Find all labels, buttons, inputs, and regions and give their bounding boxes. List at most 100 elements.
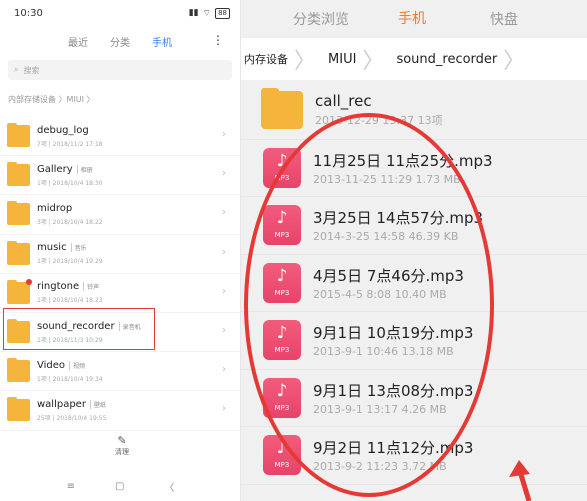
folder-name: Video xyxy=(37,359,66,371)
audio-file-row[interactable]: ♪ MP3 9月2日 11点12分.mp3 2013-9-2 11:23 3.72 M… xyxy=(241,427,587,485)
search-icon: ⌕ xyxy=(14,65,19,74)
file-name: 11月25日 11点25分.mp3 xyxy=(313,151,493,170)
folder-row[interactable]: music 音乐 1项 | 2018/10/4 19:29 › xyxy=(0,235,240,274)
folder-list: debug_log 7项 | 2018/11/2 17:18 › Gallery 相册 1… xyxy=(0,117,240,431)
breadcrumb-item[interactable]: 内存设备〉 xyxy=(241,38,322,80)
folder-tag: 壁纸 xyxy=(89,399,106,409)
folder-meta: 1项 | 2018/10/4 18:30 xyxy=(37,179,103,187)
folder-tag: 音乐 xyxy=(70,243,87,253)
folder-name: Gallery xyxy=(37,163,73,175)
file-name: 9月1日 13点08分.mp3 xyxy=(313,381,474,400)
signal-icon: ▮▮ xyxy=(188,8,199,18)
breadcrumb-item[interactable]: MIUI 〉 xyxy=(322,38,390,80)
breadcrumb-item[interactable]: sound_recorder 〉 xyxy=(390,38,531,80)
folder-icon xyxy=(7,123,30,148)
folder-row[interactable]: wallpaper 壁纸 25项 | 2018/10/4 19:55 › xyxy=(0,391,240,431)
mp3-file-icon: ♪ MP3 xyxy=(263,320,301,361)
file-name: 9月1日 10点19分.mp3 xyxy=(313,324,474,343)
file-meta: 2014-3-25 14:58 46.39 KB xyxy=(313,230,459,244)
mp3-file-icon: ♪ MP3 xyxy=(263,147,301,188)
folder-name: wallpaper xyxy=(37,398,86,410)
folder-row[interactable]: midrop 3项 | 2018/10/4 18:22 › xyxy=(0,195,240,235)
clean-button[interactable]: ✎ 清理 xyxy=(105,434,139,457)
chevron-right-icon: › xyxy=(222,285,226,297)
menu-nav-icon[interactable]: ≡ xyxy=(67,481,75,492)
tab-category-browse[interactable]: 分类浏览 xyxy=(293,9,349,29)
status-bar: 10:30 ▮▮ ⌔ 88 xyxy=(0,0,240,26)
clean-label: 清理 xyxy=(115,448,129,456)
status-time: 10:30 xyxy=(14,7,43,19)
file-name: 9月2日 11点12分.mp3 xyxy=(313,439,474,458)
folder-name: ringtone xyxy=(37,281,80,293)
file-name: call_rec xyxy=(315,92,372,111)
folder-meta: 1项 | 2018/10/4 19:29 xyxy=(37,258,103,266)
mp3-file-icon: ♪ MP3 xyxy=(263,262,301,303)
folder-tag: 相册 xyxy=(76,164,93,174)
folder-icon xyxy=(7,397,30,422)
audio-file-row[interactable]: ♪ MP3 9月1日 13点08分.mp3 2013-9-1 13:17 4.26 M… xyxy=(241,369,587,427)
folder-row[interactable]: call_rec 2013-12-29 13:37 13项 xyxy=(241,82,587,140)
folder-meta: 1项 | 2018/10/4 19:34 xyxy=(37,375,103,383)
tab-phone[interactable]: 手机 xyxy=(152,34,172,49)
tab-recent[interactable]: 最近 xyxy=(68,34,88,49)
folder-icon xyxy=(7,162,30,187)
more-menu-icon[interactable]: ⋮ xyxy=(212,33,224,47)
wifi-icon: ⌔ xyxy=(202,8,212,19)
folder-meta: 25项 | 2018/10/4 19:55 xyxy=(37,414,107,422)
search-placeholder: 搜索 xyxy=(23,65,40,75)
battery-icon: 88 xyxy=(215,7,230,19)
tab-phone[interactable]: 手机 xyxy=(398,8,426,28)
file-list: call_rec 2013-12-29 13:37 13项 ♪ MP3 11月25日 1… xyxy=(241,82,587,485)
mp3-file-icon: ♪ MP3 xyxy=(263,205,301,246)
folder-row[interactable]: Gallery 相册 1项 | 2018/10/4 18:30 › xyxy=(0,156,240,196)
folder-meta: 7项 | 2018/11/2 17:18 xyxy=(37,140,103,148)
audio-file-row[interactable]: ♪ MP3 9月1日 10点19分.mp3 2013-9-1 10:46 13.18 … xyxy=(241,312,587,370)
file-meta: 2013-9-2 11:23 3.72 MB xyxy=(313,460,447,474)
file-name: 3月25日 14点57分.mp3 xyxy=(313,209,484,228)
file-meta: 2013-12-29 13:37 13项 xyxy=(315,114,443,128)
highlight-box xyxy=(3,308,155,350)
left-tab-bar: 最近 分类 手机 ⋮ xyxy=(0,26,240,56)
folder-icon xyxy=(7,358,30,383)
folder-tag: 视频 xyxy=(69,360,85,370)
folder-icon xyxy=(7,278,32,304)
audio-file-row[interactable]: ♪ MP3 11月25日 11点25分.mp3 2013-11-25 11:29 1.… xyxy=(241,139,587,197)
file-name: 4月5日 7点46分.mp3 xyxy=(313,266,464,285)
chevron-right-icon: › xyxy=(222,168,226,180)
chevron-right-icon: › xyxy=(222,129,226,140)
breadcrumb[interactable]: 内部存储设备 〉MIUI 〉 xyxy=(0,94,240,108)
chevron-right-icon: › xyxy=(222,207,226,219)
folder-tag: 铃声 xyxy=(83,282,99,292)
folder-name: midrop xyxy=(37,202,73,214)
folder-icon xyxy=(7,240,30,265)
folder-row[interactable]: debug_log 7项 | 2018/11/2 17:18 › xyxy=(0,117,240,157)
folder-row[interactable]: Video 视频 1项 | 2018/10/4 19:34 › xyxy=(0,352,240,392)
tab-kuaipan[interactable]: 快盘 xyxy=(490,9,518,29)
tab-category[interactable]: 分类 xyxy=(110,34,130,49)
file-meta: 2013-9-1 10:46 13.18 MB xyxy=(313,345,454,359)
badge-dot-icon xyxy=(26,278,32,285)
folder-meta: 3项 | 2018/10/4 18:22 xyxy=(37,218,103,226)
folder-icon xyxy=(7,201,30,226)
chevron-right-icon: › xyxy=(222,324,226,336)
chevron-right-icon: › xyxy=(222,403,226,415)
audio-file-row[interactable]: ♪ MP3 4月5日 7点46分.mp3 2015-4-5 8:08 10.40 MB xyxy=(241,254,587,312)
file-meta: 2013-11-25 11:29 1.73 MB xyxy=(313,172,461,186)
back-nav-icon[interactable]: 〈 xyxy=(164,479,174,494)
file-meta: 2013-9-1 13:17 4.26 MB xyxy=(313,402,447,416)
folder-name: music xyxy=(37,242,67,254)
search-input[interactable]: ⌕ 搜索 xyxy=(8,60,232,80)
broom-icon: ✎ xyxy=(117,434,127,447)
mp3-file-icon: ♪ MP3 xyxy=(263,377,301,418)
audio-file-row[interactable]: ♪ MP3 3月25日 14点57分.mp3 2014-3-25 14:58 46.3… xyxy=(241,197,587,255)
mp3-file-icon: ♪ MP3 xyxy=(263,435,301,476)
folder-icon xyxy=(261,88,303,130)
folder-meta: 1项 | 2018/10/4 18:23 xyxy=(37,297,103,305)
breadcrumb: 内存设备〉 MIUI 〉 sound_recorder 〉 xyxy=(241,38,587,80)
home-nav-icon[interactable]: ▢ xyxy=(115,481,124,492)
status-icons: ▮▮ ⌔ 88 xyxy=(188,7,230,19)
file-meta: 2015-4-5 8:08 10.40 MB xyxy=(313,287,447,301)
right-phone-screen: 分类浏览 手机 快盘 内存设备〉 MIUI 〉 sound_recorder 〉 c… xyxy=(241,0,587,501)
system-nav-bar: ≡ ▢ 〈 xyxy=(0,476,241,496)
chevron-right-icon: › xyxy=(222,364,226,376)
